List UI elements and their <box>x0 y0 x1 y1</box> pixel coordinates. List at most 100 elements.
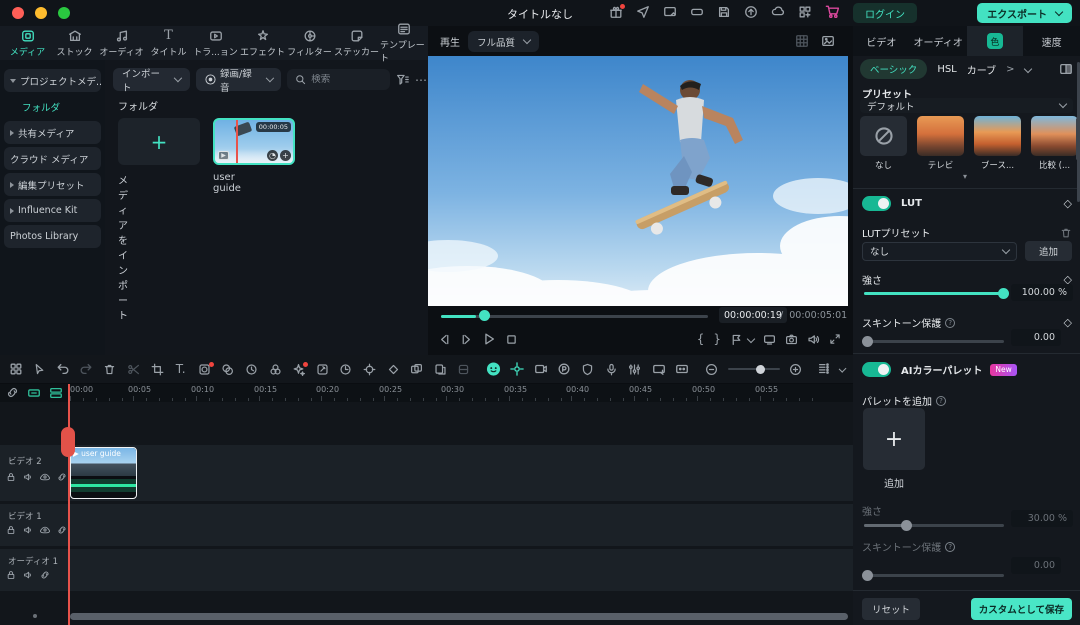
sidebar-item-shared-media[interactable]: 共有メディア <box>4 121 101 144</box>
tab-audio-props[interactable]: オーディオ <box>910 26 967 56</box>
preset-none[interactable]: なし <box>860 116 907 171</box>
tab-color[interactable]: 色 <box>967 26 1024 56</box>
ai-strength-slider[interactable] <box>864 524 1004 527</box>
snap-icon[interactable] <box>6 386 19 399</box>
mark-in-icon[interactable]: { <box>697 332 705 346</box>
compare-view-icon[interactable] <box>1059 62 1073 76</box>
mute-track-icon[interactable] <box>23 472 33 482</box>
playhead-line[interactable] <box>68 384 70 625</box>
sidebar-item-folder[interactable]: フォルダ <box>4 95 101 118</box>
track-lane-audio1[interactable] <box>0 549 853 591</box>
ai-copilot-icon[interactable] <box>486 361 501 377</box>
ai-skin-slider[interactable] <box>864 574 1004 577</box>
ai-palette-toggle[interactable] <box>862 362 891 377</box>
auto-ripple-icon[interactable] <box>651 362 666 376</box>
playback-quality-dropdown[interactable]: フル品質 <box>468 31 539 52</box>
ai-skin-value[interactable]: 0.00 <box>1011 557 1061 574</box>
stop-icon[interactable] <box>505 333 518 346</box>
sidebar-item-cloud-media[interactable]: クラウド メディア <box>4 147 101 170</box>
touchbar-icon[interactable] <box>690 5 704 19</box>
media-browser-icon[interactable] <box>8 362 23 376</box>
export-button[interactable]: エクスポート <box>977 3 1072 23</box>
subtab-basic[interactable]: ベーシック <box>860 59 927 79</box>
preset-expand-icon[interactable]: ▾ <box>963 172 967 181</box>
lut-toggle[interactable] <box>862 196 891 211</box>
tab-audio[interactable]: オーディオ <box>98 26 145 60</box>
hide-track-icon[interactable] <box>40 525 50 535</box>
lut-preset-dropdown[interactable]: なし <box>862 242 1017 261</box>
help-icon[interactable]: ? <box>945 318 955 328</box>
link-track-icon[interactable] <box>57 472 67 482</box>
add-palette-tile[interactable]: + <box>863 408 925 470</box>
audio-mixer-icon[interactable] <box>627 363 642 376</box>
grid-overlay-icon[interactable] <box>795 34 809 48</box>
seek-handle[interactable] <box>479 310 490 321</box>
playhead-handle[interactable] <box>61 427 75 457</box>
share-icon[interactable] <box>636 5 650 19</box>
preset-tv[interactable]: テレビ <box>917 116 964 171</box>
speed-icon[interactable] <box>244 363 259 376</box>
import-media-tile[interactable]: + <box>118 118 200 165</box>
preset-boost[interactable]: ブース... <box>974 116 1021 171</box>
second-screen-icon[interactable] <box>763 333 776 346</box>
tab-stickers[interactable]: ステッカー <box>333 26 380 60</box>
minimize-window-button[interactable] <box>35 7 47 19</box>
mute-track-icon[interactable] <box>23 525 33 535</box>
ai-tools-icon[interactable] <box>291 363 306 376</box>
preset-compare[interactable]: 比較 (... <box>1031 116 1078 171</box>
tab-speed[interactable]: 速度 <box>1023 26 1080 56</box>
track-height-chevron-icon[interactable] <box>838 365 846 373</box>
timeline-horizontal-scrollbar[interactable] <box>70 613 848 620</box>
sidebar-item-photos-library[interactable]: Photos Library <box>4 225 101 248</box>
more-options-icon[interactable]: ⋯ <box>415 73 428 87</box>
motion-track-icon[interactable] <box>362 363 377 376</box>
crop-icon[interactable] <box>150 363 165 376</box>
edit-properties-icon[interactable] <box>315 363 330 376</box>
mute-track-icon[interactable] <box>23 570 33 580</box>
sidebar-item-influence-kit[interactable]: Influence Kit <box>4 199 101 222</box>
screen-record-icon[interactable] <box>533 362 548 376</box>
fullscreen-icon[interactable] <box>829 333 841 345</box>
lut-strength-slider[interactable] <box>864 292 1004 295</box>
tab-stock[interactable]: ストック <box>51 26 98 60</box>
split-icon[interactable] <box>126 363 141 376</box>
magnetic-timeline-icon[interactable] <box>509 362 524 376</box>
render-preview-icon[interactable] <box>409 363 424 376</box>
audio-denoise-icon[interactable] <box>557 362 572 376</box>
cloud-sync-icon[interactable] <box>771 5 785 19</box>
link-track-icon[interactable] <box>40 570 50 580</box>
lut-skin-value[interactable]: 0.00 <box>1011 329 1061 346</box>
zoom-slider-handle[interactable] <box>756 365 765 374</box>
tab-video[interactable]: ビデオ <box>853 26 910 56</box>
lut-delete-icon[interactable] <box>1060 227 1072 239</box>
lock-track-icon[interactable] <box>6 570 16 580</box>
timeline-clip-user-guide[interactable]: ▶ user guide <box>70 447 137 499</box>
copy-effects-icon[interactable] <box>433 363 448 376</box>
lock-track-icon[interactable] <box>6 472 16 482</box>
subtitle-icon[interactable] <box>675 362 690 376</box>
zoom-window-button[interactable] <box>58 7 70 19</box>
project-settings-icon[interactable] <box>663 5 677 19</box>
lut-skin-keyframe-icon[interactable]: ◇ <box>1064 316 1072 329</box>
tab-media[interactable]: メディア <box>4 26 51 60</box>
mark-out-icon[interactable]: } <box>713 332 721 346</box>
chroma-key-icon[interactable] <box>220 363 235 376</box>
record-dropdown-button[interactable]: 録画/録音 <box>196 68 281 91</box>
store-cart-icon[interactable] <box>825 4 840 19</box>
timeline-ruler[interactable]: 00:00 00:05 00:10 00:15 00:20 00:25 00:3… <box>0 384 853 402</box>
group-clips-icon[interactable] <box>456 363 471 376</box>
snapshot-camera-icon[interactable] <box>785 333 798 346</box>
tab-effects[interactable]: エフェクト <box>239 26 286 60</box>
select-tool-icon[interactable] <box>32 363 47 376</box>
redo-icon[interactable] <box>79 362 94 376</box>
shield-icon[interactable] <box>580 363 595 376</box>
play-icon[interactable] <box>482 332 496 346</box>
close-window-button[interactable] <box>12 7 24 19</box>
track-height-icon[interactable] <box>816 362 831 376</box>
sidebar-item-project-media[interactable]: プロジェクトメデ... <box>4 69 101 92</box>
subtab-more[interactable]: > <box>1006 64 1014 75</box>
duration-icon[interactable] <box>338 363 353 376</box>
filter-sort-icon[interactable] <box>396 73 409 86</box>
zoom-in-icon[interactable] <box>788 363 803 376</box>
delete-icon[interactable] <box>102 363 117 376</box>
